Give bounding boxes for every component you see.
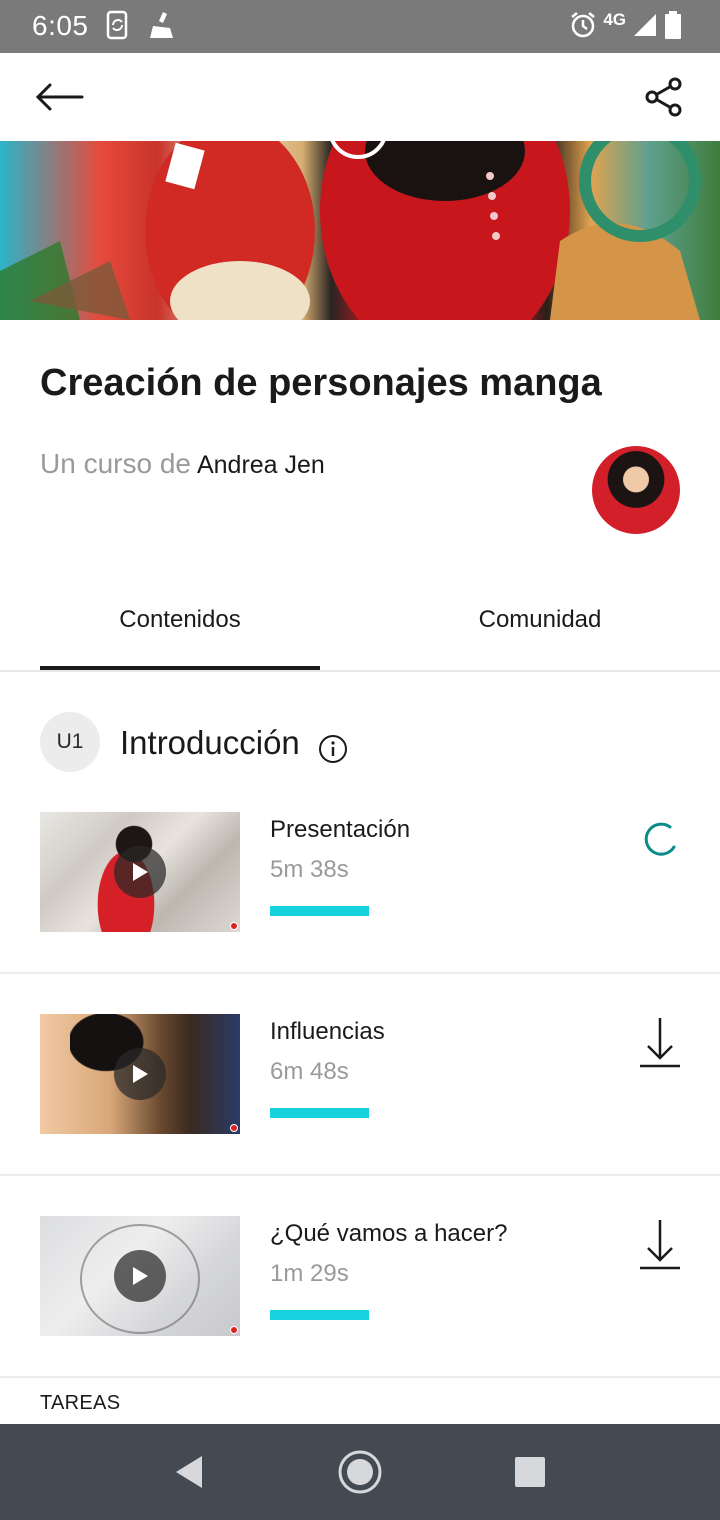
tab-comunidad[interactable]: Comunidad: [400, 606, 680, 634]
status-time: 6:05: [32, 10, 89, 41]
app-bar: [0, 53, 720, 141]
course-title: Creación de personajes manga: [40, 362, 602, 404]
download-button[interactable]: [630, 1010, 690, 1074]
lesson-title: ¿Qué vamos a hacer?: [270, 1220, 508, 1247]
thumbnail-badge: [230, 922, 238, 930]
lesson-thumbnail[interactable]: [40, 1216, 240, 1336]
status-right-icons: 4G: [569, 10, 682, 40]
sync-phone-icon: [106, 10, 128, 40]
share-icon: [645, 77, 682, 117]
lesson-title: Presentación: [270, 816, 411, 843]
lesson-duration: 6m 48s: [270, 1058, 349, 1085]
lesson-title: Influencias: [270, 1018, 385, 1045]
play-icon: [133, 863, 148, 881]
tab-contenidos[interactable]: Contenidos: [40, 606, 320, 634]
info-icon[interactable]: [318, 734, 348, 764]
lesson-progress-bar: [270, 906, 369, 916]
lesson-item-presentacion[interactable]: Presentación 5m 38s: [0, 772, 720, 974]
alarm-icon: [571, 12, 596, 38]
arrow-left-icon: [35, 83, 84, 111]
play-button[interactable]: [114, 846, 166, 898]
author-avatar[interactable]: [592, 446, 680, 534]
status-left-icons: [106, 10, 176, 40]
back-button[interactable]: [34, 75, 94, 119]
thumbnail-badge: [230, 1326, 238, 1334]
tab-indicator: [40, 666, 320, 670]
lesson-item-influencias[interactable]: Influencias 6m 48s: [0, 974, 720, 1176]
signal-icon: [634, 14, 656, 36]
tab-bar: Contenidos Comunidad: [0, 580, 720, 672]
unit-title: Introducción: [120, 724, 300, 761]
nav-home-button[interactable]: [336, 1448, 384, 1496]
download-button[interactable]: [630, 1212, 690, 1276]
loading-spinner-icon[interactable]: [630, 808, 690, 872]
tareas-section-header: TAREAS: [40, 1392, 121, 1414]
play-button[interactable]: [114, 1048, 166, 1100]
unit-badge: U1: [40, 712, 100, 772]
download-icon: [640, 1220, 680, 1270]
course-banner-image: [0, 141, 720, 320]
lesson-progress-bar: [270, 1108, 369, 1118]
lesson-progress-bar: [270, 1310, 369, 1320]
banner-illustration: [0, 141, 701, 320]
system-nav-bar: [0, 1424, 720, 1520]
lesson-thumbnail[interactable]: [40, 812, 240, 932]
nav-recents-icon: [515, 1457, 545, 1487]
nav-back-icon: [176, 1456, 202, 1488]
lesson-item-que-vamos-a-hacer[interactable]: ¿Qué vamos a hacer? 1m 29s: [0, 1176, 720, 1378]
thumbnail-badge: [230, 1124, 238, 1132]
network-type: 4G: [603, 10, 626, 29]
status-bar: 6:05 4G: [0, 0, 720, 53]
lesson-duration: 5m 38s: [270, 856, 349, 883]
download-icon: [640, 1018, 680, 1068]
author-prefix: Un curso de: [40, 448, 191, 479]
play-button[interactable]: [114, 1250, 166, 1302]
battery-icon: [665, 11, 681, 39]
author-name-link[interactable]: Andrea Jen: [197, 451, 325, 479]
lesson-thumbnail[interactable]: [40, 1014, 240, 1134]
lesson-duration: 1m 29s: [270, 1260, 349, 1287]
cleaner-icon: [150, 12, 173, 38]
play-icon: [133, 1065, 148, 1083]
share-button[interactable]: [642, 75, 686, 119]
author-line: Un curso de Andrea Jen: [40, 448, 325, 480]
nav-recents-button[interactable]: [506, 1448, 554, 1496]
nav-home-icon: [338, 1450, 382, 1494]
play-icon: [133, 1267, 148, 1285]
nav-back-button[interactable]: [166, 1448, 214, 1496]
